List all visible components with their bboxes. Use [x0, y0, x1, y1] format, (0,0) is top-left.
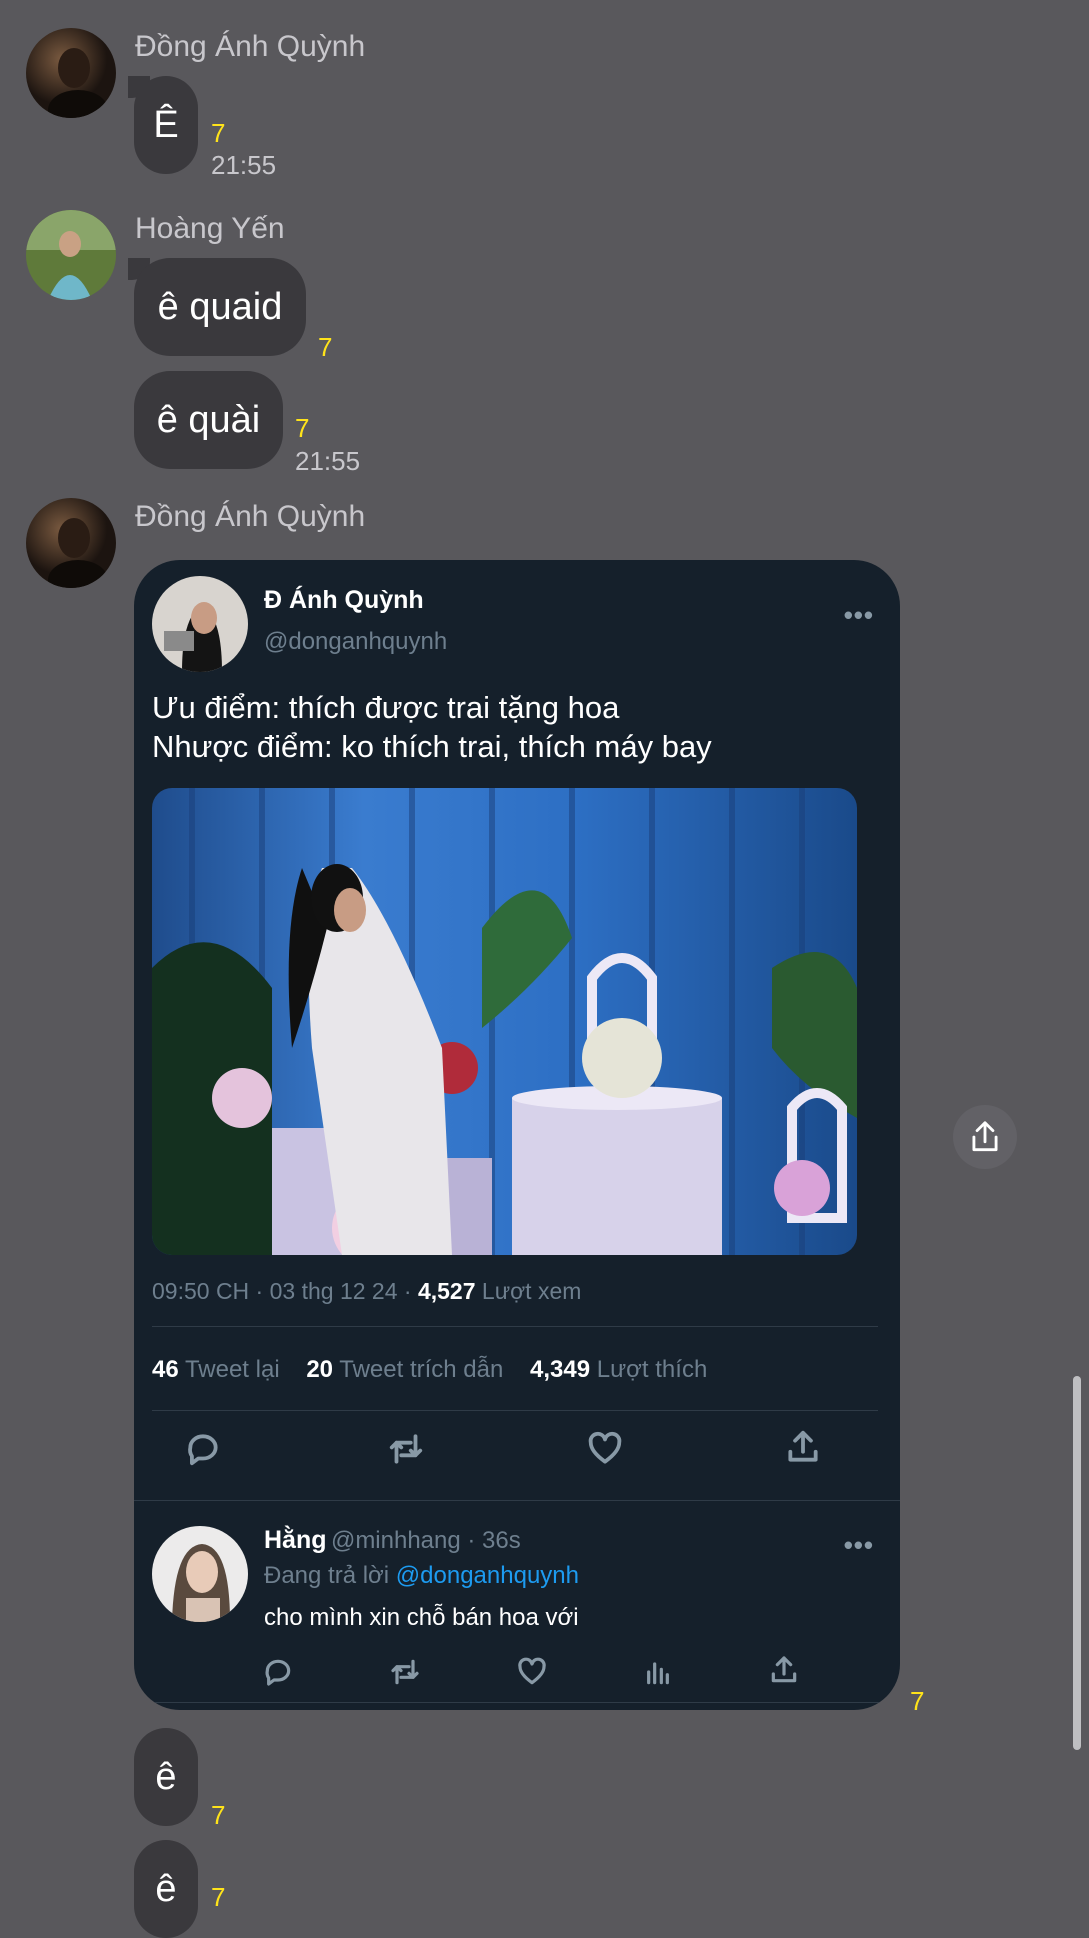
retweet-icon[interactable] [388, 1656, 422, 1693]
avatar[interactable] [26, 498, 116, 588]
share-button[interactable] [953, 1105, 1017, 1169]
divider [134, 1702, 900, 1703]
sender-name: Hoàng Yến [135, 212, 285, 245]
tweet-text: Ưu điểm: thích được trai tặng hoa Nhược … [152, 688, 712, 766]
tweet-text-line: Nhược điểm: ko thích trai, thích máy bay [152, 729, 712, 764]
reply-author-name[interactable]: Hằng [264, 1526, 327, 1554]
message-text: ê quaid [157, 285, 283, 328]
tweet-card[interactable]: Đ Ánh Quỳnh @donganhquynh ••• Ưu điểm: t… [134, 560, 900, 1710]
more-options-icon[interactable]: ••• [844, 1530, 874, 1561]
message-text: ê [155, 1755, 177, 1798]
message-text: ê quài [156, 398, 261, 441]
message-bubble[interactable]: ê quài [134, 371, 283, 469]
reply-meta: @minhhang · 36s [330, 1527, 521, 1554]
seen-indicator: 7 [910, 1686, 925, 1716]
tweet-views-count: 4,527 [417, 1278, 476, 1304]
retweet-icon[interactable] [386, 1430, 426, 1473]
scrollbar[interactable] [1073, 1376, 1081, 1750]
tweet-author-name[interactable]: Đ Ánh Quỳnh [264, 586, 424, 615]
tweet-text-line: Ưu điểm: thích được trai tặng hoa [152, 690, 620, 725]
tweet-views-label: Lượt xem [481, 1278, 582, 1304]
reply-icon[interactable] [184, 1430, 222, 1473]
divider [134, 1500, 900, 1501]
tweet-timestamp: 09:50 CH · 03 thg 12 24 · [152, 1278, 412, 1304]
seen-indicator: 7 [318, 332, 333, 362]
reply-icon[interactable] [262, 1656, 294, 1693]
sender-name: Đồng Ánh Quỳnh [135, 500, 366, 533]
message-bubble[interactable]: ê quaid [134, 258, 306, 356]
message-text: Ê [153, 103, 179, 146]
sender-name: Đồng Ánh Quỳnh [135, 30, 366, 63]
avatar[interactable] [26, 210, 116, 300]
share-icon [972, 1121, 998, 1152]
seen-indicator: 7 [295, 413, 310, 443]
like-icon[interactable] [586, 1430, 624, 1473]
seen-indicator: 7 [211, 1882, 226, 1912]
like-icon[interactable] [516, 1656, 548, 1693]
retweets-label[interactable]: Tweet lại [185, 1356, 280, 1383]
divider [152, 1410, 878, 1411]
quotes-count[interactable]: 20 [306, 1356, 333, 1383]
share-icon[interactable] [768, 1654, 800, 1691]
likes-count[interactable]: 4,349 [530, 1356, 590, 1383]
analytics-icon[interactable] [642, 1656, 674, 1693]
replying-to-handle[interactable]: @donganhquynh [396, 1562, 579, 1589]
message-bubble[interactable]: ê [134, 1840, 198, 1938]
quotes-label[interactable]: Tweet trích dẫn [339, 1356, 503, 1383]
reply-text: cho mình xin chỗ bán hoa với [264, 1604, 579, 1631]
tweet-meta: 09:50 CH · 03 thg 12 24 · 4,527 Lượt xem [152, 1278, 581, 1305]
seen-indicator: 7 [211, 1800, 226, 1830]
more-options-icon[interactable]: ••• [844, 600, 874, 631]
avatar[interactable] [26, 28, 116, 118]
replying-to-label: Đang trả lời [264, 1562, 390, 1589]
message-time: 21:55 [211, 150, 277, 180]
retweets-count[interactable]: 46 [152, 1356, 179, 1383]
message-text: ê [155, 1867, 177, 1910]
replying-to: Đang trả lời @donganhquynh [264, 1562, 579, 1590]
share-icon[interactable] [784, 1428, 822, 1471]
reply-author-avatar[interactable] [152, 1526, 248, 1622]
tweet-author-avatar[interactable] [152, 576, 248, 672]
likes-label[interactable]: Lượt thích [597, 1356, 708, 1383]
message-time: 21:55 [295, 446, 361, 476]
tweet-author-handle[interactable]: @donganhquynh [264, 628, 447, 656]
tweet-photo[interactable] [152, 788, 857, 1255]
tweet-stats: 46 Tweet lại 20 Tweet trích dẫn 4,349 Lư… [152, 1356, 707, 1384]
seen-indicator: 7 [211, 118, 226, 148]
divider [152, 1326, 878, 1327]
message-bubble[interactable]: ê [134, 1728, 198, 1826]
message-bubble[interactable]: Ê [134, 76, 198, 174]
